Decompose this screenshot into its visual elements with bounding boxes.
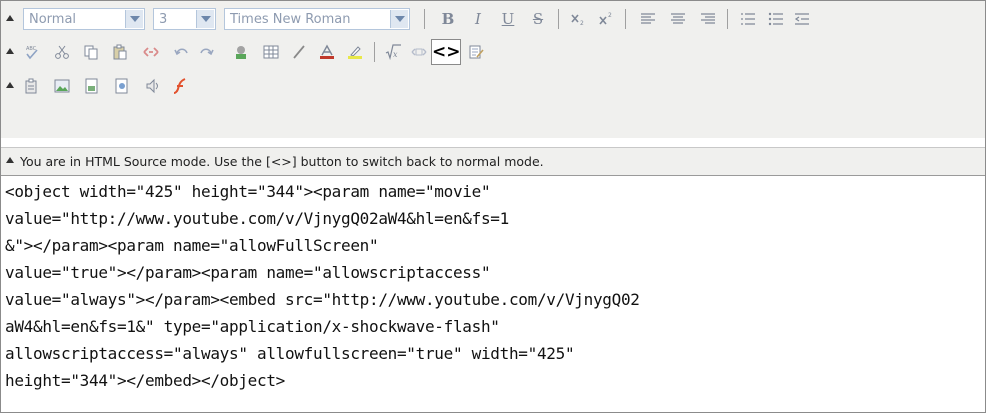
rich-text-editor: Normal 3 Times New Roman B I U S 2 2 ABC… (0, 0, 986, 413)
format-select-value: Normal (29, 12, 77, 27)
underline-icon[interactable]: U (497, 8, 519, 30)
svg-text:2: 2 (608, 12, 612, 19)
format-select[interactable]: Normal (23, 8, 145, 30)
source-line: value="always"></param><embed src="http:… (5, 290, 640, 309)
font-family-select-value: Times New Roman (230, 12, 351, 27)
svg-text:2: 2 (580, 20, 584, 27)
cut-icon[interactable] (51, 41, 73, 63)
toolbar-divider (424, 9, 425, 29)
copy-icon[interactable] (80, 41, 102, 63)
source-line: value="http://www.youtube.com/v/VjnygQ02… (5, 209, 509, 228)
source-line: allowscriptaccess="always" allowfullscre… (5, 344, 575, 363)
font-color-icon[interactable] (316, 41, 338, 63)
collapse-row-icon[interactable] (6, 15, 14, 21)
anchor-icon[interactable] (408, 41, 430, 63)
strikethrough-icon[interactable]: S (527, 8, 549, 30)
source-line: <object width="425" height="344"><param … (5, 182, 491, 201)
source-line: value="true"></param><param name="allows… (5, 263, 491, 282)
numbered-list-icon[interactable] (737, 8, 759, 30)
font-size-select-value: 3 (159, 12, 168, 27)
italic-icon[interactable]: I (467, 8, 489, 30)
image-icon[interactable] (230, 41, 252, 63)
media-icon[interactable] (141, 75, 163, 97)
source-mode-status-bar: You are in HTML Source mode. Use the [<>… (1, 147, 985, 176)
insert-image-icon[interactable] (51, 75, 73, 97)
toolbar-divider (625, 9, 626, 29)
source-line: &"></param><param name="allowFullScreen" (5, 236, 379, 255)
chevron-down-icon[interactable] (196, 10, 214, 28)
editor-toolbar: Normal 3 Times New Roman B I U S 2 2 ABC… (1, 1, 985, 138)
math-formula-icon[interactable]: x (382, 41, 404, 63)
chevron-down-icon[interactable] (125, 10, 143, 28)
svg-text:x: x (393, 50, 398, 59)
new-doc-icon[interactable] (111, 75, 133, 97)
paste-icon[interactable] (109, 41, 131, 63)
superscript-icon[interactable]: 2 (595, 8, 617, 30)
html-source-icon[interactable]: <> (431, 39, 461, 65)
highlight-icon[interactable] (344, 41, 366, 63)
toolbar-row-3 (1, 72, 985, 102)
font-family-select[interactable]: Times New Roman (224, 8, 410, 30)
html-source-textarea[interactable]: <object width="425" height="344"><param … (1, 176, 985, 412)
align-center-icon[interactable] (667, 8, 689, 30)
toolbar-row-2: ABC x <> (1, 38, 985, 68)
align-right-icon[interactable] (697, 8, 719, 30)
flash-icon[interactable] (169, 75, 191, 97)
toolbar-divider (558, 9, 559, 29)
bullet-list-icon[interactable] (765, 8, 787, 30)
bold-icon[interactable]: B (437, 8, 459, 30)
source-line: height="344"></embed></object> (5, 371, 285, 390)
source-mode-message: You are in HTML Source mode. Use the [<>… (20, 154, 544, 169)
undo-icon[interactable] (171, 41, 193, 63)
subscript-icon[interactable]: 2 (567, 8, 589, 30)
edit-form-icon[interactable] (465, 41, 487, 63)
redo-icon[interactable] (195, 41, 217, 63)
draw-icon[interactable] (288, 41, 310, 63)
chevron-down-icon[interactable] (390, 10, 408, 28)
collapse-row-icon[interactable] (6, 82, 14, 88)
collapse-row-icon[interactable] (6, 48, 14, 54)
toolbar-divider (727, 9, 728, 29)
font-size-select[interactable]: 3 (153, 8, 216, 30)
source-line: aW4&hl=en&fs=1&" type="application/x-sho… (5, 317, 500, 336)
toolbar-divider (374, 42, 375, 62)
spellcheck-icon[interactable]: ABC (21, 41, 43, 63)
link-icon[interactable] (140, 41, 162, 63)
align-left-icon[interactable] (637, 8, 659, 30)
toolbar-row-1: Normal 3 Times New Roman B I U S 2 2 (1, 5, 985, 35)
collapse-status-icon[interactable] (6, 157, 14, 163)
table-icon[interactable] (260, 41, 282, 63)
save-doc-icon[interactable] (81, 75, 103, 97)
paste-text-icon[interactable] (21, 75, 43, 97)
outdent-icon[interactable] (791, 8, 813, 30)
